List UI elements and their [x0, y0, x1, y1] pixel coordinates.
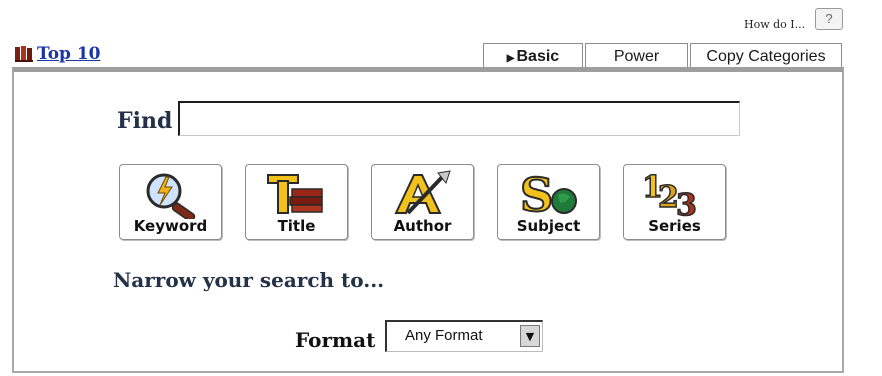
magnifier-lightning-icon — [146, 173, 196, 219]
title-books-icon — [267, 174, 323, 214]
title-search-button[interactable]: Title — [245, 164, 348, 240]
top10-area: Top 10 — [14, 44, 101, 64]
subject-label: Subject — [516, 217, 581, 235]
series-label: Series — [648, 217, 701, 235]
author-label: Author — [393, 217, 452, 235]
svg-text:S: S — [520, 169, 553, 219]
svg-text:3: 3 — [676, 188, 697, 219]
keyword-label: Keyword — [133, 217, 208, 235]
find-label: Find — [117, 108, 173, 134]
series-search-button[interactable]: 1 2 3 Series — [623, 164, 726, 240]
format-select[interactable]: Any Format ▼ — [385, 320, 543, 352]
tab-copy-categories[interactable]: Copy Categories — [690, 43, 842, 69]
series-123-icon: 1 2 3 — [641, 169, 697, 219]
search-input[interactable] — [178, 101, 740, 136]
author-search-button[interactable]: Author — [371, 164, 474, 240]
tab-basic-label: Basic — [516, 48, 560, 65]
dropdown-arrow-icon[interactable]: ▼ — [520, 325, 540, 347]
author-quill-icon — [394, 170, 451, 215]
tab-basic[interactable]: ▶ Basic — [483, 43, 583, 69]
title-label: Title — [277, 217, 316, 235]
tab-power[interactable]: Power — [585, 43, 688, 69]
top10-link[interactable]: Top 10 — [37, 44, 101, 64]
books-icon — [14, 45, 34, 63]
play-arrow-icon: ▶ — [506, 53, 515, 64]
keyword-search-button[interactable]: Keyword — [119, 164, 222, 240]
help-link[interactable]: How do I... — [744, 18, 805, 31]
narrow-heading: Narrow your search to... — [113, 268, 385, 292]
subject-s-icon: S — [519, 169, 577, 219]
format-selected-value: Any Format — [405, 327, 483, 344]
help-button[interactable]: ? — [815, 8, 843, 30]
subject-search-button[interactable]: S Subject — [497, 164, 600, 240]
format-label: Format — [295, 328, 376, 352]
